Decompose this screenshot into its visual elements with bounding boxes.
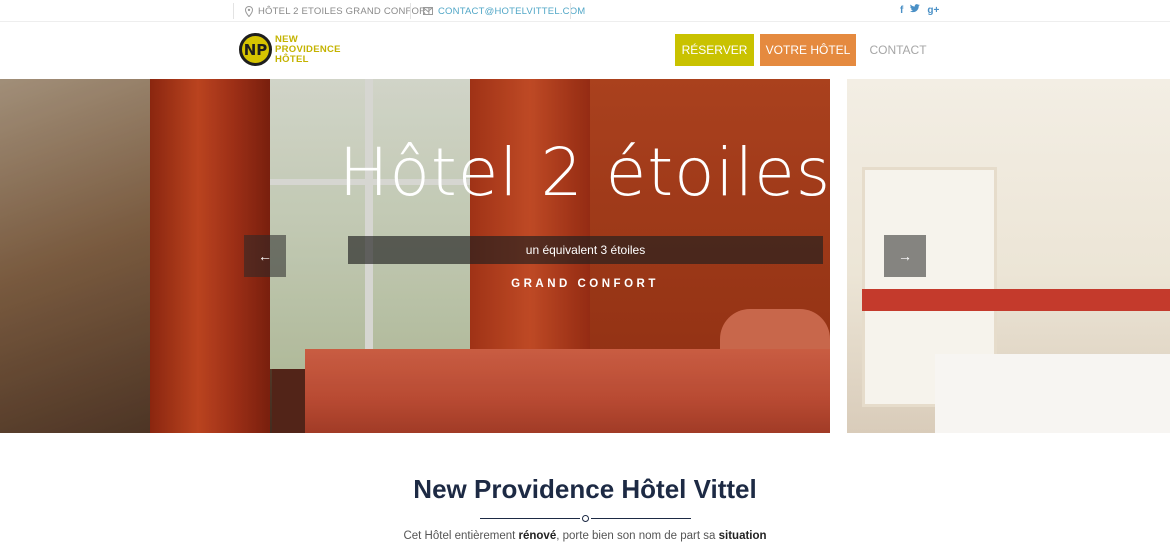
arrow-left-icon: ← bbox=[258, 248, 272, 264]
twitter-icon[interactable] bbox=[910, 0, 921, 22]
nav-contact-link[interactable]: CONTACT bbox=[862, 34, 934, 66]
slider-next-button[interactable]: → bbox=[884, 235, 926, 277]
title-divider bbox=[480, 515, 691, 522]
section-title: New Providence Hôtel Vittel bbox=[413, 474, 757, 504]
email-link[interactable]: CONTACT@HOTELVITTEL.COM bbox=[423, 0, 585, 22]
hero-title: Hôtel 2 étoiles bbox=[338, 134, 832, 211]
top-bar: HÔTEL 2 ETOILES GRAND CONFORT CONTACT@HO… bbox=[0, 0, 1170, 22]
top-bar-divider bbox=[570, 3, 571, 19]
logo-text: NEW PROVIDENCE HÔTEL bbox=[275, 33, 341, 65]
slide-table bbox=[935, 354, 1170, 433]
logo-line: PROVIDENCE bbox=[275, 43, 341, 55]
intro-paragraph: Cet Hôtel entièrement rénové, porte bien… bbox=[0, 530, 1170, 542]
slide-gap bbox=[830, 79, 847, 433]
slider-prev-button[interactable]: ← bbox=[244, 235, 286, 277]
tagline-text: HÔTEL 2 ETOILES GRAND CONFORT bbox=[258, 5, 433, 17]
intro-text-bold: situation bbox=[718, 530, 767, 542]
email-text[interactable]: CONTACT@HOTELVITTEL.COM bbox=[438, 6, 585, 17]
hero-subtitle: un équivalent 3 étoiles bbox=[348, 236, 823, 264]
nav-reserver-button[interactable]: RÉSERVER bbox=[675, 34, 754, 66]
tagline-item: HÔTEL 2 ETOILES GRAND CONFORT bbox=[245, 0, 432, 22]
top-bar-divider bbox=[233, 3, 234, 19]
intro-text-bold: rénové bbox=[518, 530, 557, 542]
google-plus-icon[interactable]: g+ bbox=[927, 0, 939, 22]
intro-text-part: Cet Hôtel entièrement bbox=[403, 530, 519, 542]
divider-dot-icon bbox=[582, 515, 589, 522]
intro-text-part: , porte bien son nom de part sa bbox=[556, 530, 719, 542]
top-bar-divider bbox=[410, 3, 411, 19]
nav-votre-hotel-button[interactable]: VOTRE HÔTEL bbox=[760, 34, 856, 66]
logo-line: HÔTEL bbox=[275, 53, 309, 65]
hero-tagline: GRAND CONFORT bbox=[511, 278, 659, 290]
facebook-icon[interactable]: f bbox=[900, 0, 903, 22]
map-pin-icon bbox=[245, 5, 253, 17]
slide-counter bbox=[862, 289, 1170, 311]
logo-line: NEW bbox=[275, 33, 299, 45]
envelope-icon bbox=[423, 7, 433, 15]
logo[interactable]: NP NEW PROVIDENCE HÔTEL bbox=[239, 33, 341, 66]
social-links: f g+ bbox=[900, 0, 939, 22]
hero-slider: Hôtel 2 étoiles un équivalent 3 étoiles … bbox=[0, 79, 1170, 433]
site-header: NP NEW PROVIDENCE HÔTEL RÉSERVER VOTRE H… bbox=[0, 22, 1170, 79]
logo-mark: NP bbox=[239, 33, 272, 66]
arrow-right-icon: → bbox=[898, 248, 912, 264]
